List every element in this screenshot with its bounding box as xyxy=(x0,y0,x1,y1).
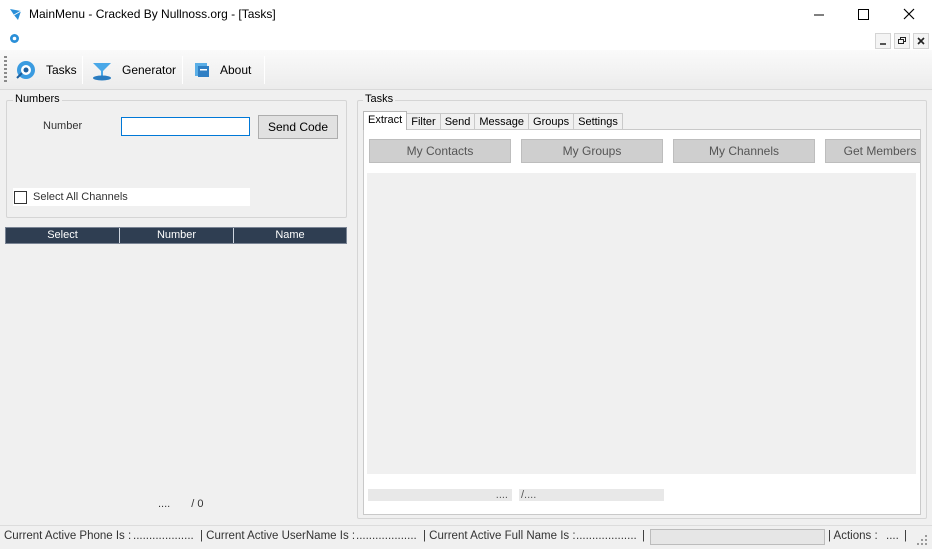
number-input[interactable] xyxy=(121,117,250,136)
maximize-button[interactable] xyxy=(840,0,886,30)
toolbar-about-button[interactable]: About xyxy=(192,54,262,86)
select-all-label: Select All Channels xyxy=(33,191,128,203)
extract-progress-current: .... xyxy=(368,489,512,501)
status-actions-label: | Actions : xyxy=(828,530,878,542)
mdi-minimize-button[interactable] xyxy=(875,33,891,49)
status-actions-value: .... xyxy=(886,530,899,542)
extract-tab-page: My Contacts My Groups My Channels Get Me… xyxy=(363,129,921,515)
app-icon xyxy=(10,9,22,20)
mdi-control-row xyxy=(0,30,932,50)
select-all-checkbox[interactable] xyxy=(14,190,27,204)
close-icon xyxy=(903,8,915,20)
generator-icon xyxy=(93,63,111,81)
status-phone-label: Current Active Phone Is : xyxy=(4,530,132,542)
main-toolbar: Tasks Generator About xyxy=(0,50,932,90)
numbers-legend: Numbers xyxy=(13,93,62,105)
status-separator: | xyxy=(642,530,645,542)
status-username-value: ................... xyxy=(356,530,417,542)
title-bar: MainMenu - Cracked By Nullnoss.org - [Ta… xyxy=(0,0,932,30)
status-bar: Current Active Phone Is : ..............… xyxy=(0,525,932,549)
mdi-close-button[interactable] xyxy=(913,33,929,49)
about-icon xyxy=(195,63,209,77)
tasks-groupbox: Tasks Extract Filter Send Message Groups… xyxy=(357,93,927,519)
status-username-label: | Current Active UserName Is : xyxy=(200,530,356,542)
close-button[interactable] xyxy=(886,0,932,30)
tab-settings[interactable]: Settings xyxy=(573,113,623,130)
size-grip-icon[interactable] xyxy=(916,534,928,546)
restore-icon xyxy=(898,37,906,44)
toolbar-separator xyxy=(82,56,83,84)
toolbar-grip[interactable] xyxy=(4,56,7,82)
tab-filter[interactable]: Filter xyxy=(406,113,441,130)
status-separator: | xyxy=(904,530,907,542)
select-all-channels-row[interactable]: Select All Channels xyxy=(13,188,250,206)
my-contacts-button[interactable]: My Contacts xyxy=(369,139,511,163)
mdi-child-icon[interactable] xyxy=(9,33,20,44)
toolbar-separator xyxy=(264,56,265,84)
minimize-icon xyxy=(880,43,886,45)
tab-send[interactable]: Send xyxy=(439,113,476,130)
toolbar-generator-button[interactable]: Generator xyxy=(90,54,178,86)
tab-message[interactable]: Message xyxy=(474,113,530,130)
counter-total: / 0 xyxy=(191,498,204,510)
status-progress-bar xyxy=(650,529,825,545)
tab-extract[interactable]: Extract xyxy=(363,111,408,130)
number-label: Number xyxy=(43,120,83,132)
close-icon xyxy=(917,37,925,45)
extract-progress-total: /.... xyxy=(519,489,664,501)
tasks-legend: Tasks xyxy=(363,93,396,105)
numbers-groupbox: Numbers Number Send Code Select All Chan… xyxy=(6,93,347,218)
status-phone-value: ................... xyxy=(133,530,194,542)
minimize-icon xyxy=(814,14,824,16)
toolbar-tasks-label: Tasks xyxy=(46,63,77,77)
tasks-icon xyxy=(16,61,35,79)
my-channels-button[interactable]: My Channels xyxy=(673,139,815,163)
toolbar-tasks-button[interactable]: Tasks xyxy=(14,54,80,86)
window-title: MainMenu - Cracked By Nullnoss.org - [Ta… xyxy=(29,7,276,21)
mdi-restore-button[interactable] xyxy=(894,33,910,49)
maximize-icon xyxy=(858,9,869,20)
toolbar-separator xyxy=(182,56,183,84)
status-fullname-value: ................... xyxy=(576,530,637,542)
tab-groups[interactable]: Groups xyxy=(528,113,575,130)
toolbar-generator-label: Generator xyxy=(122,63,177,77)
tasks-tab-strip: Extract Filter Send Message Groups Setti… xyxy=(363,111,623,130)
column-header-name[interactable]: Name xyxy=(234,228,346,243)
counter-current: .... xyxy=(158,498,171,510)
toolbar-about-label: About xyxy=(220,63,252,77)
extract-results-list[interactable] xyxy=(367,173,916,474)
status-fullname-label: | Current Active Full Name Is : xyxy=(423,530,576,542)
send-code-button[interactable]: Send Code xyxy=(258,115,338,139)
numbers-list-header: Select Number Name xyxy=(5,227,347,244)
numbers-counter: .... / 0 xyxy=(158,498,204,510)
get-members-button[interactable]: Get Members xyxy=(825,139,920,163)
column-header-select[interactable]: Select xyxy=(6,228,120,243)
minimize-button[interactable] xyxy=(796,0,842,30)
column-header-number[interactable]: Number xyxy=(120,228,234,243)
my-groups-button[interactable]: My Groups xyxy=(521,139,663,163)
